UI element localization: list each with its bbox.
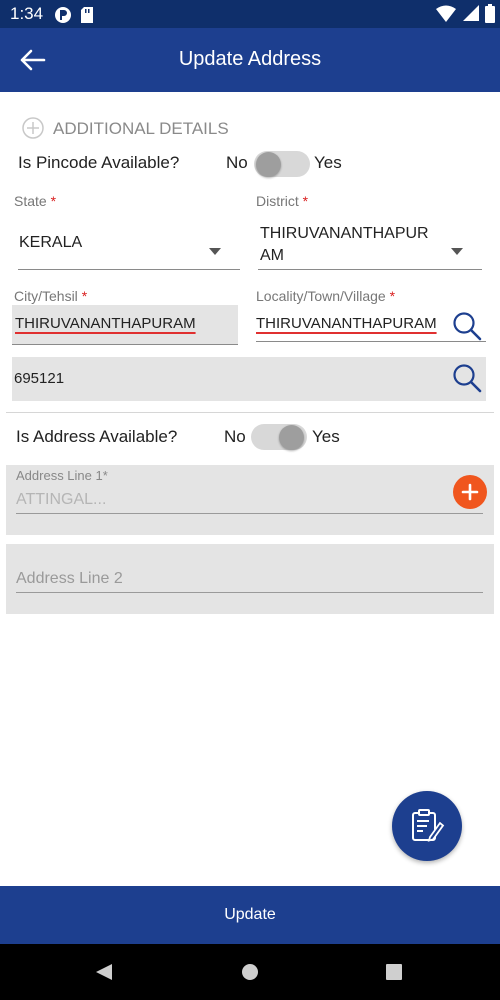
- add-address-button[interactable]: [453, 475, 487, 509]
- clipboard-edit-icon: [412, 809, 445, 842]
- address-line2-container: Address Line 2: [6, 544, 494, 614]
- pincode-value: 695121: [14, 370, 65, 387]
- pincode-field[interactable]: 695121: [12, 357, 486, 401]
- additional-details-label[interactable]: ADDITIONAL DETAILS: [53, 119, 229, 139]
- system-nav-bar: [0, 944, 500, 1000]
- status-bar: 1:34: [0, 0, 500, 28]
- state-value: KERALA: [19, 234, 83, 251]
- section-divider: [6, 412, 494, 413]
- wifi-icon: [436, 5, 456, 28]
- address-line2-placeholder: Address Line 2: [16, 570, 123, 587]
- pincode-question: Is Pincode Available?: [18, 153, 180, 172]
- nav-home-icon[interactable]: [241, 963, 259, 986]
- address-line2-input[interactable]: Address Line 2: [16, 564, 483, 593]
- toggle-knob: [256, 152, 281, 177]
- pincode-toggle[interactable]: [254, 151, 310, 177]
- dropdown-arrow-icon: [451, 242, 463, 260]
- toggle-knob: [279, 425, 304, 450]
- locality-value: THIRUVANANTHAPURAM: [256, 315, 437, 332]
- battery-icon: [485, 4, 495, 28]
- locality-label: Locality/Town/Village *: [256, 288, 396, 304]
- district-value: THIRUVANANTHAPUR AM: [260, 225, 429, 264]
- pincode-no-label: No: [226, 153, 248, 172]
- district-dropdown[interactable]: THIRUVANANTHAPUR AM: [258, 220, 482, 270]
- sd-card-icon: [80, 6, 94, 29]
- city-field[interactable]: THIRUVANANTHAPURAM: [12, 305, 238, 345]
- address-yes-label: Yes: [312, 427, 340, 446]
- state-label: State *: [14, 193, 57, 209]
- update-button[interactable]: Update: [0, 886, 500, 944]
- address-toggle[interactable]: [251, 424, 307, 450]
- address-form: ADDITIONAL DETAILS Is Pincode Available?…: [0, 92, 500, 886]
- nav-recents-icon[interactable]: [386, 964, 402, 985]
- signal-icon: [462, 4, 480, 27]
- pincode-search-icon[interactable]: [452, 363, 482, 398]
- page-title: Update Address: [178, 48, 322, 70]
- address-question: Is Address Available?: [16, 427, 178, 446]
- address-line1-container: Address Line 1* ATTINGAL...: [6, 465, 494, 535]
- state-dropdown[interactable]: KERALA: [18, 220, 240, 270]
- dropdown-arrow-icon: [209, 242, 221, 260]
- address-line1-placeholder: ATTINGAL...: [16, 491, 107, 508]
- status-time: 1:34: [10, 4, 44, 23]
- pincode-yes-label: Yes: [314, 153, 342, 172]
- app-bar: Update Address: [0, 28, 500, 92]
- city-value: THIRUVANANTHAPURAM: [15, 315, 196, 332]
- nav-back-icon[interactable]: [95, 963, 113, 986]
- address-line1-input[interactable]: ATTINGAL...: [16, 485, 483, 514]
- address-no-label: No: [224, 427, 246, 446]
- locality-search-icon[interactable]: [452, 311, 482, 346]
- add-circle-icon[interactable]: [22, 117, 44, 144]
- app-notification-icon: [54, 6, 72, 29]
- address-line1-label: Address Line 1*: [16, 468, 108, 483]
- district-label: District *: [256, 193, 309, 209]
- plus-icon: [461, 483, 479, 501]
- city-label: City/Tehsil *: [14, 288, 88, 304]
- notes-button[interactable]: [392, 791, 462, 861]
